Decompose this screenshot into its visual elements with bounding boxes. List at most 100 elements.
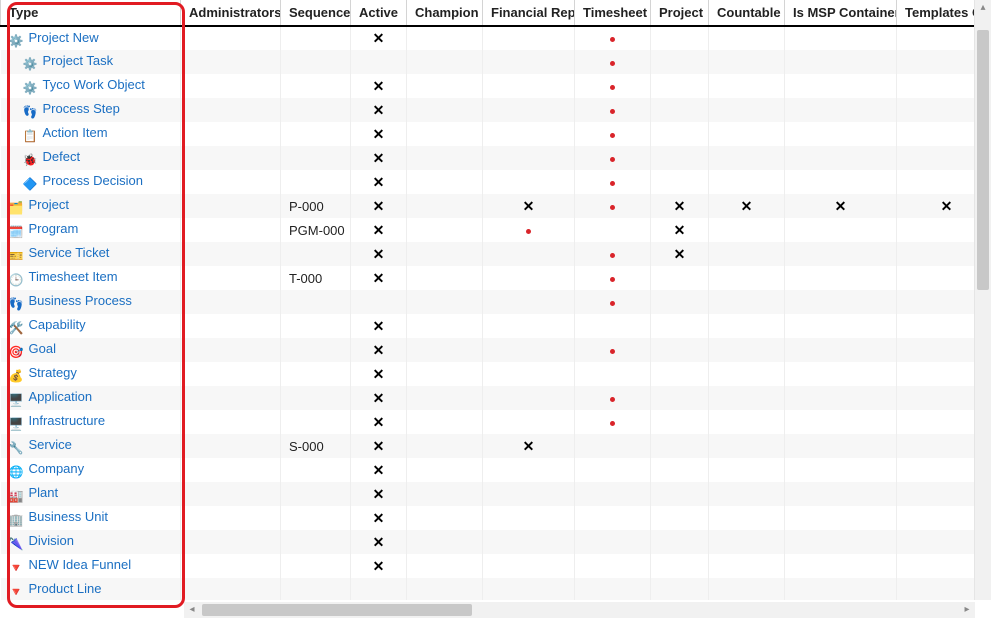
active-cell[interactable]: ✕ (351, 170, 407, 194)
templates-only-cell[interactable] (897, 74, 976, 98)
sequence-cell[interactable] (281, 98, 351, 122)
financial-rep-cell[interactable] (483, 170, 575, 194)
sequence-cell[interactable] (281, 386, 351, 410)
sequence-cell[interactable] (281, 170, 351, 194)
table-row[interactable]: 🖥️Application✕ (1, 386, 976, 410)
timesheet-cell[interactable] (575, 458, 651, 482)
project-cell[interactable] (651, 50, 709, 74)
active-cell[interactable]: ✕ (351, 386, 407, 410)
msp-container-cell[interactable] (785, 26, 897, 50)
timesheet-cell[interactable] (575, 506, 651, 530)
project-cell[interactable] (651, 554, 709, 578)
active-cell[interactable]: ✕ (351, 362, 407, 386)
champion-cell[interactable] (407, 170, 483, 194)
project-cell[interactable]: ✕ (651, 242, 709, 266)
column-header-seq[interactable]: Sequence (281, 0, 351, 26)
timesheet-cell[interactable] (575, 266, 651, 290)
project-cell[interactable]: ✕ (651, 218, 709, 242)
project-cell[interactable] (651, 338, 709, 362)
project-cell[interactable] (651, 98, 709, 122)
financial-rep-cell[interactable] (483, 458, 575, 482)
type-cell[interactable]: ⚙️Project Task (1, 50, 181, 74)
project-cell[interactable] (651, 74, 709, 98)
table-row[interactable]: 🏢Business Unit✕ (1, 506, 976, 530)
msp-container-cell[interactable] (785, 338, 897, 362)
countable-cell[interactable] (709, 530, 785, 554)
type-cell[interactable]: 🔻Product Line (1, 578, 181, 600)
active-cell[interactable]: ✕ (351, 530, 407, 554)
msp-container-cell[interactable] (785, 434, 897, 458)
countable-cell[interactable] (709, 434, 785, 458)
administrators-cell[interactable] (181, 314, 281, 338)
administrators-cell[interactable] (181, 122, 281, 146)
type-cell[interactable]: 🕒Timesheet Item (1, 266, 181, 290)
timesheet-cell[interactable] (575, 74, 651, 98)
champion-cell[interactable] (407, 146, 483, 170)
templates-only-cell[interactable] (897, 386, 976, 410)
templates-only-cell[interactable] (897, 266, 976, 290)
administrators-cell[interactable] (181, 98, 281, 122)
type-cell[interactable]: 🐞Defect (1, 146, 181, 170)
countable-cell[interactable] (709, 26, 785, 50)
countable-cell[interactable] (709, 578, 785, 600)
countable-cell[interactable] (709, 338, 785, 362)
type-cell[interactable]: 👣Process Step (1, 98, 181, 122)
msp-container-cell[interactable] (785, 50, 897, 74)
templates-only-cell[interactable] (897, 362, 976, 386)
templates-only-cell[interactable] (897, 482, 976, 506)
project-cell[interactable] (651, 290, 709, 314)
vertical-scrollbar[interactable]: ▴ (975, 0, 991, 600)
countable-cell[interactable] (709, 242, 785, 266)
msp-container-cell[interactable] (785, 146, 897, 170)
type-link[interactable]: Service Ticket (29, 245, 110, 260)
sequence-cell[interactable] (281, 338, 351, 362)
financial-rep-cell[interactable] (483, 242, 575, 266)
msp-container-cell[interactable] (785, 314, 897, 338)
active-cell[interactable]: ✕ (351, 338, 407, 362)
financial-rep-cell[interactable] (483, 482, 575, 506)
project-cell[interactable] (651, 506, 709, 530)
sequence-cell[interactable] (281, 50, 351, 74)
type-link[interactable]: Service (29, 437, 72, 452)
type-link[interactable]: Defect (43, 149, 81, 164)
vertical-scroll-thumb[interactable] (977, 30, 989, 290)
sequence-cell[interactable] (281, 146, 351, 170)
countable-cell[interactable] (709, 458, 785, 482)
msp-container-cell[interactable] (785, 242, 897, 266)
table-row[interactable]: 🗓️ProgramPGM-000✕✕ (1, 218, 976, 242)
champion-cell[interactable] (407, 242, 483, 266)
countable-cell[interactable] (709, 386, 785, 410)
champion-cell[interactable] (407, 530, 483, 554)
templates-only-cell[interactable] (897, 122, 976, 146)
timesheet-cell[interactable] (575, 290, 651, 314)
type-link[interactable]: Goal (29, 341, 56, 356)
column-header-champ[interactable]: Champion (407, 0, 483, 26)
type-link[interactable]: Strategy (29, 365, 77, 380)
financial-rep-cell[interactable] (483, 218, 575, 242)
sequence-cell[interactable] (281, 506, 351, 530)
administrators-cell[interactable] (181, 434, 281, 458)
financial-rep-cell[interactable]: ✕ (483, 194, 575, 218)
table-row[interactable]: 🏭Plant✕ (1, 482, 976, 506)
scroll-left-arrow-icon[interactable]: ◂ (184, 602, 200, 618)
project-cell[interactable] (651, 26, 709, 50)
champion-cell[interactable] (407, 314, 483, 338)
administrators-cell[interactable] (181, 266, 281, 290)
timesheet-cell[interactable] (575, 146, 651, 170)
type-cell[interactable]: 🗓️Program (1, 218, 181, 242)
financial-rep-cell[interactable] (483, 98, 575, 122)
type-link[interactable]: Application (29, 389, 93, 404)
timesheet-cell[interactable] (575, 530, 651, 554)
type-link[interactable]: Project Task (43, 53, 114, 68)
msp-container-cell[interactable] (785, 98, 897, 122)
timesheet-cell[interactable] (575, 98, 651, 122)
table-row[interactable]: 🔧ServiceS-000✕✕ (1, 434, 976, 458)
templates-only-cell[interactable] (897, 146, 976, 170)
active-cell[interactable]: ✕ (351, 122, 407, 146)
active-cell[interactable]: ✕ (351, 218, 407, 242)
msp-container-cell[interactable] (785, 218, 897, 242)
table-row[interactable]: ⚙️Project Task (1, 50, 976, 74)
type-link[interactable]: Company (29, 461, 85, 476)
timesheet-cell[interactable] (575, 434, 651, 458)
administrators-cell[interactable] (181, 290, 281, 314)
